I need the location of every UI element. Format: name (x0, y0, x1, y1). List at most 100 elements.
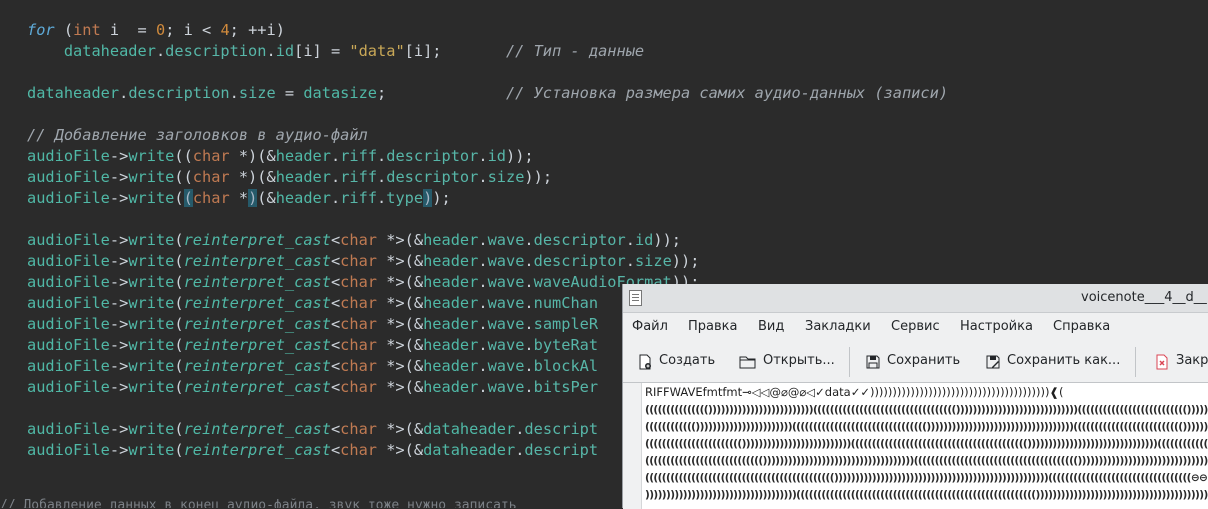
code-token: ( (174, 336, 184, 354)
code-line: audioFile->write(reinterpret_cast<char *… (27, 335, 598, 356)
code-token: reinterpret_cast (183, 231, 331, 249)
code-token: -> (109, 315, 129, 333)
menu-settings[interactable]: Настройка (960, 319, 1033, 334)
menu-view[interactable]: Вид (758, 319, 784, 334)
code-token: -> (109, 231, 129, 249)
save-as-icon (986, 355, 1000, 369)
code-token: ( (174, 378, 184, 396)
code-token: riff (340, 168, 378, 186)
code-line-partial: // Добавление данных в конец аудио-файла… (0, 498, 517, 508)
code-token: . (377, 147, 387, 165)
code-token: write (128, 231, 175, 249)
code-token: header (275, 147, 331, 165)
code-token: wave (487, 252, 525, 270)
code-token: wave (487, 273, 525, 291)
code-token: . (478, 357, 488, 375)
code-token: ( (54, 21, 74, 39)
code-token: char (340, 273, 378, 291)
code-token: -> (109, 294, 129, 312)
code-token: reinterpret_cast (183, 378, 331, 396)
code-token: . (478, 294, 488, 312)
code-token: // Тип - данные (505, 42, 645, 60)
code-token: . (478, 147, 488, 165)
code-token: id (634, 231, 654, 249)
document-line: RIFFWAVEfmtfmt⊸◁◁@⌀@⌀◁✓data✓✓)))))))))))… (645, 385, 1064, 399)
code-token: < (330, 336, 341, 354)
code-line: audioFile->write((char *)(&header.riff.d… (27, 167, 552, 188)
code-token: *)(& (229, 147, 276, 165)
menu-bookmarks[interactable]: Закладки (805, 319, 871, 334)
document-line: ((((((((((((((((((((((((((((((((((((((((… (645, 472, 1208, 484)
code-token: write (128, 336, 175, 354)
code-token: . (377, 168, 387, 186)
code-line: audioFile->write(reinterpret_cast<char *… (27, 440, 598, 461)
code-token: 0 (155, 21, 166, 39)
code-token: *>(& (377, 336, 424, 354)
menu-file[interactable]: Файл (632, 319, 668, 334)
code-token: wave (487, 357, 525, 375)
code-token: *>(& (377, 420, 424, 438)
code-token: description (128, 84, 230, 102)
code-token: ( (174, 231, 184, 249)
code-token: -> (109, 168, 129, 186)
code-line: audioFile->write(reinterpret_cast<char *… (27, 356, 598, 377)
window-title: voicenote___4__d__. (1081, 290, 1208, 305)
code-token: char (340, 441, 378, 459)
code-token: ( (174, 441, 184, 459)
save-icon (866, 355, 880, 369)
menu-tools[interactable]: Сервис (891, 319, 940, 334)
code-token: . (524, 294, 534, 312)
code-line: audioFile->write(reinterpret_cast<char *… (27, 419, 598, 440)
code-token: audioFile (27, 168, 110, 186)
code-token: description (165, 42, 267, 60)
menu-help[interactable]: Справка (1053, 319, 1110, 334)
title-bar[interactable]: voicenote___4__d__. (623, 284, 1208, 313)
code-token: *>(& (377, 315, 424, 333)
code-token: header (423, 231, 479, 249)
code-token: *>(& (377, 378, 424, 396)
code-token: wave (487, 378, 525, 396)
code-token: . (478, 336, 488, 354)
code-token: [i] = (294, 42, 350, 60)
code-token: reinterpret_cast (183, 252, 331, 270)
code-token: char (340, 315, 378, 333)
code-token: *)(& (229, 168, 276, 186)
code-token: char (340, 294, 378, 312)
menu-edit[interactable]: Правка (688, 319, 737, 334)
code-token: -> (109, 420, 129, 438)
code-token: write (128, 315, 175, 333)
line-gutter (623, 383, 642, 509)
code-token: audioFile (27, 273, 110, 291)
code-token: . (478, 252, 488, 270)
code-token: reinterpret_cast (183, 336, 331, 354)
code-token: header (275, 168, 331, 186)
code-token: . (524, 357, 534, 375)
code-token: *>(& (377, 441, 424, 459)
code-token: dataheader (423, 420, 516, 438)
code-token: size (634, 252, 672, 270)
kate-window[interactable]: voicenote___4__d__. Файл Правка Вид Закл… (622, 284, 1208, 509)
save-label: Сохранить (887, 353, 961, 368)
new-label: Создать (659, 353, 716, 368)
code-token: ); (432, 189, 451, 207)
toolbar-separator (849, 347, 850, 377)
code-token: descriptor (533, 252, 626, 270)
code-token: . (478, 168, 488, 186)
code-token: < (330, 231, 341, 249)
code-token: wave (487, 231, 525, 249)
code-token: char (340, 252, 378, 270)
document-view[interactable]: RIFFWAVEfmtfmt⊸◁◁@⌀@⌀◁✓data✓✓)))))))))))… (623, 382, 1208, 509)
code-token: size (487, 168, 525, 186)
close-label: Закр (1176, 353, 1208, 368)
code-token: header (423, 252, 479, 270)
code-token: descriptor (533, 231, 626, 249)
code-token: reinterpret_cast (183, 294, 331, 312)
code-line: for (int i = 0; i < 4; ++i) (27, 20, 285, 41)
document-line: (((((((((((((((((((((((((((())))))))))))… (645, 455, 1208, 467)
code-token: < (330, 441, 341, 459)
code-token: -> (109, 357, 129, 375)
code-token: < (330, 315, 341, 333)
code-token: audioFile (27, 147, 110, 165)
code-token: dataheader (63, 42, 156, 60)
code-token: *>(& (377, 273, 424, 291)
